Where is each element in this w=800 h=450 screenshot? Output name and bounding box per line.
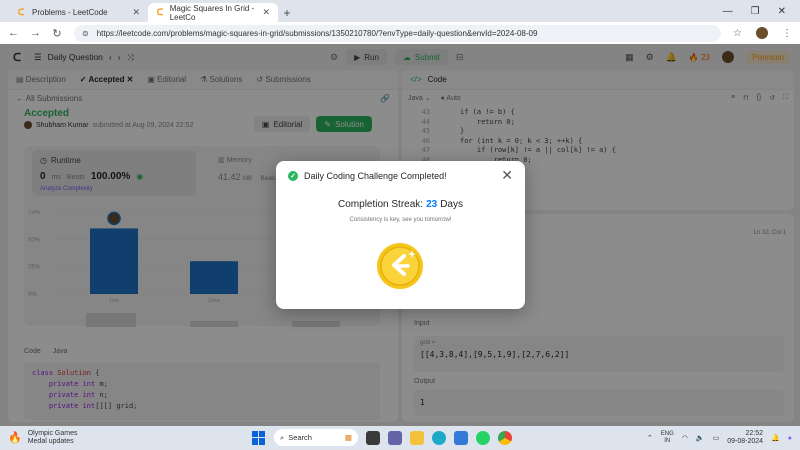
whatsapp-icon[interactable] xyxy=(476,430,490,445)
search-highlight-icon: ▦ xyxy=(344,433,352,442)
url-field[interactable]: ⊜ https://leetcode.com/problems/magic-sq… xyxy=(74,24,722,42)
store-icon[interactable] xyxy=(454,430,468,445)
start-button[interactable] xyxy=(252,430,266,445)
reload-icon[interactable]: ↻ xyxy=(52,27,62,40)
site-info-icon[interactable]: ⊜ xyxy=(82,29,89,38)
torch-icon: 🔥 xyxy=(8,432,22,444)
wifi-icon[interactable]: ◠ xyxy=(682,434,688,442)
completion-streak: Completion Streak: 23 Days xyxy=(338,199,463,210)
tab-title: Problems - LeetCode xyxy=(32,8,108,17)
browser-tab-bar: ᑕ Problems - LeetCode ✕ ᑕ Magic Squares … xyxy=(0,0,800,22)
edge-icon[interactable] xyxy=(432,430,446,445)
url-text: https://leetcode.com/problems/magic-squa… xyxy=(96,28,538,38)
check-circle-icon: ✓ xyxy=(288,171,298,181)
minimize-icon[interactable]: — xyxy=(723,6,733,17)
address-bar: ← → ↻ ⊜ https://leetcode.com/problems/ma… xyxy=(0,22,800,44)
teams-icon[interactable] xyxy=(388,430,402,445)
modal-subtitle: Consistency is key, see you tomorrow! xyxy=(349,217,452,223)
close-icon[interactable]: ✕ xyxy=(501,167,513,184)
close-icon[interactable]: ✕ xyxy=(262,7,270,18)
task-view-icon[interactable] xyxy=(366,430,380,445)
daily-challenge-modal: ✓ Daily Coding Challenge Completed! ✕ Co… xyxy=(276,161,525,309)
leetcode-coin-icon xyxy=(377,243,423,289)
windows-taskbar: 🔥 Olympic Games Medal updates ⌕ Search ▦… xyxy=(0,426,800,450)
clock[interactable]: 22:52 09-08-2024 xyxy=(727,430,763,446)
battery-icon[interactable]: ▭ xyxy=(713,434,720,442)
menu-dots-icon[interactable]: ⋮ xyxy=(782,28,792,39)
chrome-icon[interactable] xyxy=(498,430,512,445)
language-indicator[interactable]: ENG IN xyxy=(661,431,674,445)
modal-title: ✓ Daily Coding Challenge Completed! xyxy=(288,171,447,181)
window-controls: — ❐ ✕ xyxy=(723,0,800,22)
profile-avatar[interactable] xyxy=(756,27,768,39)
leetcode-favicon-icon: ᑕ xyxy=(156,7,164,17)
browser-tab-magic-squares[interactable]: ᑕ Magic Squares In Grid - LeetCo ✕ xyxy=(148,3,278,22)
new-tab-button[interactable]: + xyxy=(278,3,296,22)
leetcode-favicon-icon: ᑕ xyxy=(17,7,25,17)
close-window-icon[interactable]: ✕ xyxy=(778,6,786,17)
copilot-icon[interactable]: ● xyxy=(788,435,792,442)
file-explorer-icon[interactable] xyxy=(410,430,424,445)
chevron-up-icon[interactable]: ⌃ xyxy=(647,434,653,442)
close-icon[interactable]: ✕ xyxy=(132,7,140,18)
taskbar-search[interactable]: ⌕ Search ▦ xyxy=(274,429,358,446)
volume-icon[interactable]: 🔈 xyxy=(696,434,705,442)
tab-title: Magic Squares In Grid - LeetCo xyxy=(169,3,255,22)
back-icon[interactable]: ← xyxy=(8,27,19,39)
bookmark-star-icon[interactable]: ☆ xyxy=(733,28,742,39)
browser-tab-problems[interactable]: ᑕ Problems - LeetCode ✕ xyxy=(8,3,148,22)
forward-icon[interactable]: → xyxy=(30,27,41,39)
widgets-button[interactable]: 🔥 Olympic Games Medal updates xyxy=(8,430,78,446)
search-icon: ⌕ xyxy=(280,432,285,442)
notification-icon[interactable]: 🔔 xyxy=(771,434,780,442)
maximize-icon[interactable]: ❐ xyxy=(751,6,760,17)
